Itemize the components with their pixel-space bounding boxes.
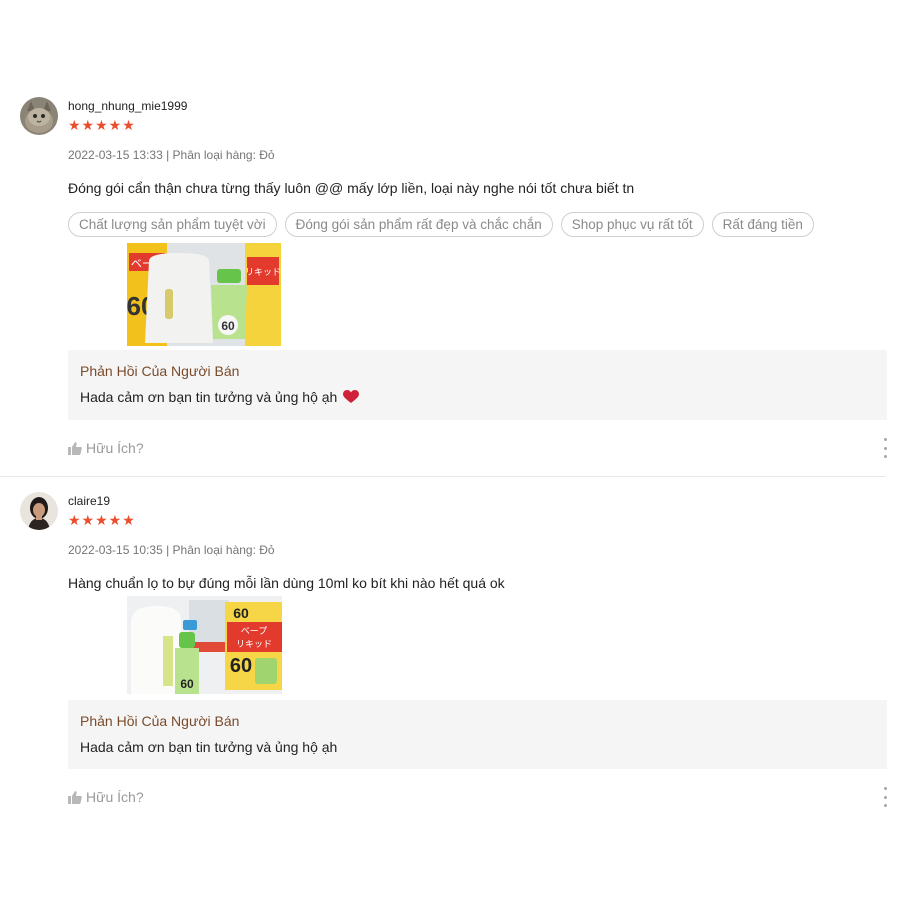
avatar[interactable] xyxy=(20,97,58,135)
helpful-label: Hữu Ích? xyxy=(86,440,144,456)
box-label-text: リキッド xyxy=(245,268,281,278)
product-photo-image: ベープ 60 リキッド 60 xyxy=(127,243,281,346)
bottle-count-text: 60 xyxy=(221,319,235,333)
review-photo[interactable]: 60 60 ベープ リキッド 60 xyxy=(127,596,282,694)
username[interactable]: claire19 xyxy=(68,494,110,508)
divider xyxy=(0,476,886,477)
thumbs-up-icon xyxy=(68,441,82,455)
cat-avatar-icon xyxy=(20,97,58,135)
avatar[interactable] xyxy=(20,492,58,530)
review-tag: Shop phục vụ rất tốt xyxy=(560,212,704,237)
review-tag: Rất đáng tiền xyxy=(711,212,814,237)
review-meta: 2022-03-15 13:33 | Phân loại hàng: Đỏ xyxy=(68,148,275,162)
seller-reply-text: Hada cảm ơn bạn tin tưởng và ủng hộ ạh xyxy=(80,739,338,755)
more-options-icon[interactable] xyxy=(880,787,890,807)
helpful-button[interactable]: Hữu Ích? xyxy=(68,789,144,805)
box-label-text: ベープ xyxy=(241,626,267,637)
star-rating: ★★★★★ xyxy=(68,512,136,528)
helpful-button[interactable]: Hữu Ích? xyxy=(68,440,144,456)
seller-reply-message: Hada cảm ơn bạn tin tưởng và ủng hộ ạh xyxy=(80,389,338,405)
review-item: hong_nhung_mie1999 ★★★★★ 2022-03-15 13:3… xyxy=(0,0,900,476)
helpful-label: Hữu Ích? xyxy=(86,789,144,805)
person-avatar-icon xyxy=(20,492,58,530)
seller-reply: Phản Hồi Của Người Bán Hada cảm ơn bạn t… xyxy=(68,350,887,420)
review-tags: Chất lượng sản phẩm tuyệt vời Đóng gói s… xyxy=(68,212,814,237)
heart-icon xyxy=(343,390,360,403)
review-meta: 2022-03-15 10:35 | Phân loại hàng: Đỏ xyxy=(68,543,275,557)
seller-reply-title: Phản Hồi Của Người Bán xyxy=(80,363,240,379)
box-label-text: リキッド xyxy=(236,640,272,650)
seller-reply-text: Hada cảm ơn bạn tin tưởng và ủng hộ ạh xyxy=(80,389,360,405)
thumbs-up-icon xyxy=(68,790,82,804)
star-rating: ★★★★★ xyxy=(68,117,136,133)
seller-reply: Phản Hồi Của Người Bán Hada cảm ơn bạn t… xyxy=(68,700,887,769)
box-count-text: 60 xyxy=(233,605,249,621)
more-options-icon[interactable] xyxy=(880,438,890,458)
review-comment: Hàng chuẩn lọ to bự đúng mỗi lần dùng 10… xyxy=(68,575,505,591)
box-count-text: 60 xyxy=(230,655,252,677)
seller-reply-title: Phản Hồi Của Người Bán xyxy=(80,713,240,729)
username[interactable]: hong_nhung_mie1999 xyxy=(68,99,187,113)
review-tag: Chất lượng sản phẩm tuyệt vời xyxy=(68,212,277,237)
review-comment: Đóng gói cẩn thận chưa từng thấy luôn @@… xyxy=(68,180,635,196)
product-photo-image: 60 60 ベープ リキッド 60 xyxy=(127,596,282,694)
review-tag: Đóng gói sản phẩm rất đẹp và chắc chắn xyxy=(284,212,553,237)
review-photo[interactable]: ベープ 60 リキッド 60 xyxy=(127,243,281,346)
bottle-count-text: 60 xyxy=(180,677,194,691)
